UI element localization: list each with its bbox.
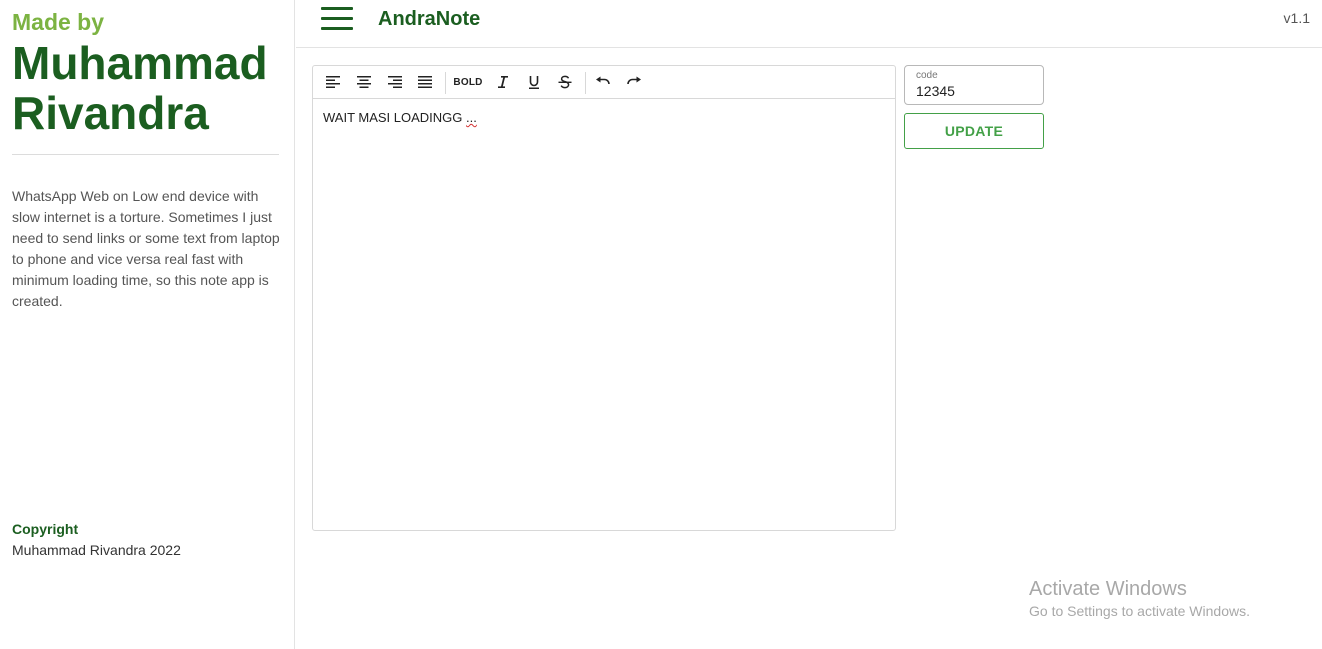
italic-icon[interactable] — [492, 72, 514, 92]
made-by-label: Made by — [12, 9, 105, 35]
header: AndraNote v1.1 — [296, 0, 1322, 48]
code-field[interactable]: code — [904, 65, 1044, 105]
copyright-text: Muhammad Rivandra 2022 — [12, 542, 181, 558]
editor-text-misspelled: ... — [466, 110, 477, 125]
undo-icon[interactable] — [592, 72, 614, 92]
activate-windows-subtitle: Go to Settings to activate Windows. — [1029, 603, 1250, 619]
code-field-label: code — [916, 70, 938, 81]
sidebar-divider — [12, 154, 279, 155]
toolbar-separator — [585, 72, 586, 94]
redo-icon[interactable] — [623, 72, 645, 92]
app-title: AndraNote — [378, 8, 481, 30]
strikethrough-icon[interactable] — [554, 72, 576, 92]
editor-text: WAIT MASI LOADINGG — [323, 110, 467, 125]
hamburger-menu-icon[interactable] — [321, 7, 353, 31]
align-right-icon[interactable] — [384, 72, 406, 92]
sidebar: Made by Muhammad Rivandra WhatsApp Web o… — [0, 0, 295, 649]
version-label: v1.1 — [1283, 10, 1310, 26]
author-name: Muhammad Rivandra — [12, 37, 268, 139]
align-center-icon[interactable] — [353, 72, 375, 92]
toolbar-separator — [445, 72, 446, 94]
app-description: WhatsApp Web on Low end device with slow… — [12, 188, 280, 309]
underline-icon[interactable] — [523, 72, 545, 92]
editor-toolbar: BOLD — [313, 66, 895, 99]
update-button[interactable]: UPDATE — [904, 113, 1044, 149]
copyright-label: Copyright — [12, 521, 79, 537]
note-editor: BOLD WAIT MASI LOADINGG ... — [312, 65, 896, 531]
bold-button[interactable]: BOLD — [453, 72, 483, 92]
activate-windows-title: Activate Windows — [1029, 578, 1187, 600]
code-input[interactable] — [916, 83, 1036, 99]
editor-content[interactable]: WAIT MASI LOADINGG ... — [323, 110, 477, 125]
align-justify-icon[interactable] — [414, 72, 436, 92]
align-left-icon[interactable] — [322, 72, 344, 92]
